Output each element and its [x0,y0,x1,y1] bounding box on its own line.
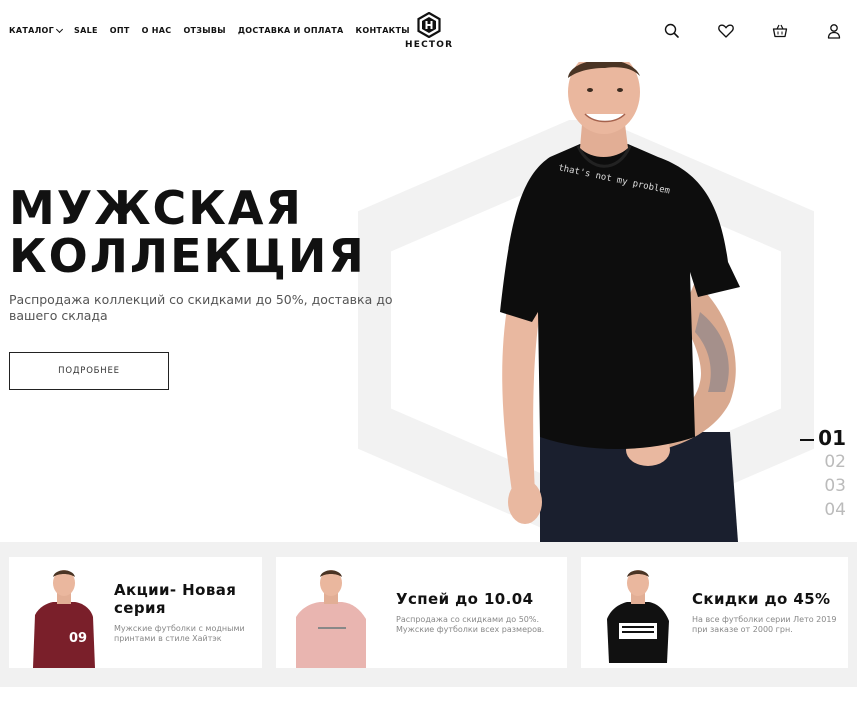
nav-item-about[interactable]: О НАС [142,26,172,35]
hero-title: МУЖСКАЯ КОЛЛЕКЦИЯ [9,184,366,280]
header-icons [657,22,857,42]
nav-item-label: ОПТ [109,26,130,35]
card-description: Распродажа со скидками до 50%. Мужские ф… [396,615,545,634]
nav-item-label: ОТЗЫВЫ [183,26,226,35]
logo[interactable]: HECTOR [405,12,453,50]
promo-strip: 09 Акции- Новая серия Мужские футболки с… [0,542,857,687]
promo-card-hurry[interactable]: Успей до 10.04 Распродажа со скидками до… [276,557,567,668]
model-photo: that's not my problem [500,62,740,542]
nav-item-catalog[interactable]: КАТАЛОГ [9,25,64,35]
hero-title-line1: МУЖСКАЯ [9,181,303,235]
slide-04[interactable]: 04 [800,498,846,522]
nav-item-contacts[interactable]: КОНТАКТЫ [356,26,410,35]
card-model-image [607,570,669,663]
nav-item-sale[interactable]: SALE [74,26,98,35]
card-title: Скидки до 45% [692,590,831,608]
nav-item-label: КАТАЛОГ [9,26,55,35]
promo-card-discount[interactable]: Скидки до 45% На все футболки серии Лето… [581,557,848,668]
hero-subtitle: Распродажа коллекций со скидками до 50%,… [9,292,393,323]
chevron-down-icon [55,25,64,33]
more-button[interactable]: ПОДРОБНЕЕ [9,352,169,390]
slide-pager: 01 02 03 04 [800,426,846,522]
search-icon[interactable] [663,22,681,40]
nav-item-label: О НАС [141,26,172,35]
slide-01[interactable]: 01 [800,426,846,450]
card-description: Мужские футболки с модными принтами в ст… [114,624,245,643]
card-title: Успей до 10.04 [396,590,534,608]
hero-banner: that's not my problem МУЖСКАЯ КОЛЛЕКЦИЯ … [0,62,857,542]
nav-item-wholesale[interactable]: ОПТ [110,26,130,35]
svg-text:09: 09 [69,631,87,646]
nav-item-label: SALE [74,26,98,35]
card-description: На все футболки серии Лето 2019 при зака… [692,615,837,634]
card-model-image [296,570,366,668]
nav-item-label: ДОСТАВКА И ОПЛАТА [237,26,344,35]
nav-item-reviews[interactable]: ОТЗЫВЫ [183,26,225,35]
header: КАТАЛОГ SALE ОПТ О НАС ОТЗЫВЫ ДОСТАВКА И… [0,0,857,62]
user-icon[interactable] [825,22,843,40]
promo-card-new-series[interactable]: 09 Акции- Новая серия Мужские футболки с… [9,557,262,668]
slide-03[interactable]: 03 [800,474,846,498]
slide-02[interactable]: 02 [800,450,846,474]
hero-title-line2: КОЛЛЕКЦИЯ [9,229,366,283]
basket-icon[interactable] [771,22,789,40]
main-nav: КАТАЛОГ SALE ОПТ О НАС ОТЗЫВЫ ДОСТАВКА И… [9,25,422,35]
hexagon-logo-icon [417,12,441,38]
card-title: Акции- Новая серия [114,581,237,617]
nav-item-delivery[interactable]: ДОСТАВКА И ОПЛАТА [238,26,344,35]
heart-icon[interactable] [717,22,735,40]
card-model-image: 09 [33,570,95,668]
nav-item-label: КОНТАКТЫ [355,26,410,35]
logo-text: HECTOR [405,40,454,50]
